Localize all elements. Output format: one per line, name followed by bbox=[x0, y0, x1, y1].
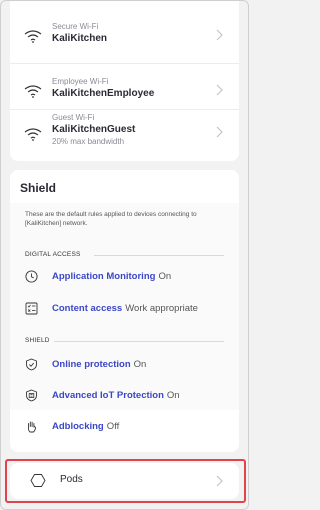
wifi-network-bandwidth: 20% max bandwidth bbox=[52, 137, 125, 146]
chevron-right-icon bbox=[216, 29, 223, 41]
rule-label: Application Monitoring bbox=[52, 270, 156, 282]
wifi-network-subtitle: Employee Wi-Fi bbox=[52, 77, 109, 86]
app-frame: Secure Wi-Fi KaliKitchen Employee Wi-Fi … bbox=[0, 0, 249, 510]
chevron-right-icon bbox=[216, 126, 223, 138]
shield-description: These are the default rules applied to d… bbox=[25, 211, 197, 227]
rule-label: Adblocking bbox=[52, 420, 104, 432]
iot-shield-icon bbox=[26, 389, 37, 401]
shield-check-icon bbox=[26, 358, 37, 370]
wifi-network-guest[interactable]: Guest Wi-Fi KaliKitchenGuest 20% max ban… bbox=[10, 110, 239, 158]
shield-section-heading: SHIELD bbox=[25, 337, 50, 344]
wifi-network-name: KaliKitchen bbox=[52, 33, 108, 44]
rule-value: On bbox=[133, 358, 147, 370]
pods-label: Pods bbox=[60, 474, 83, 485]
shield-title: Shield bbox=[20, 181, 57, 195]
wifi-network-name: KaliKitchenGuest bbox=[52, 124, 136, 135]
rule-value: On bbox=[166, 389, 180, 401]
shield-card: Shield These are the default rules appli… bbox=[10, 170, 239, 452]
wifi-icon bbox=[24, 128, 42, 141]
divider bbox=[54, 341, 224, 342]
rule-advanced-iot-protection[interactable]: Advanced IoT Protection On bbox=[25, 387, 180, 403]
clock-icon bbox=[25, 269, 38, 283]
rule-online-protection[interactable]: Online protection On bbox=[25, 356, 146, 372]
wifi-network-secure[interactable]: Secure Wi-Fi KaliKitchen bbox=[10, 9, 239, 61]
wifi-icon bbox=[24, 85, 42, 98]
chevron-right-icon bbox=[216, 475, 223, 487]
wifi-network-subtitle: Guest Wi-Fi bbox=[52, 113, 95, 122]
divider bbox=[94, 255, 224, 256]
digital-access-heading: DIGITAL ACCESS bbox=[25, 251, 81, 258]
rule-label: Content access bbox=[52, 302, 123, 314]
wifi-networks-card: Secure Wi-Fi KaliKitchen Employee Wi-Fi … bbox=[10, 1, 239, 161]
filter-list-icon bbox=[25, 302, 38, 314]
hand-stop-icon bbox=[27, 421, 36, 432]
rule-application-monitoring[interactable]: Application Monitoring On bbox=[25, 268, 171, 284]
wifi-network-subtitle: Secure Wi-Fi bbox=[52, 22, 99, 31]
rule-label: Advanced IoT Protection bbox=[52, 389, 164, 401]
rule-value: Off bbox=[106, 420, 120, 432]
rule-content-access[interactable]: Content access Work appropriate bbox=[25, 300, 198, 316]
rule-value: Work appropriate bbox=[125, 302, 198, 314]
rule-value: On bbox=[158, 270, 172, 282]
hexagon-icon bbox=[30, 474, 46, 487]
rule-adblocking[interactable]: Adblocking Off bbox=[25, 418, 119, 434]
chevron-right-icon bbox=[216, 84, 223, 96]
rule-label: Online protection bbox=[52, 358, 131, 370]
wifi-icon bbox=[24, 30, 42, 43]
pods-row[interactable]: Pods bbox=[10, 463, 239, 499]
wifi-network-name: KaliKitchenEmployee bbox=[52, 88, 155, 99]
